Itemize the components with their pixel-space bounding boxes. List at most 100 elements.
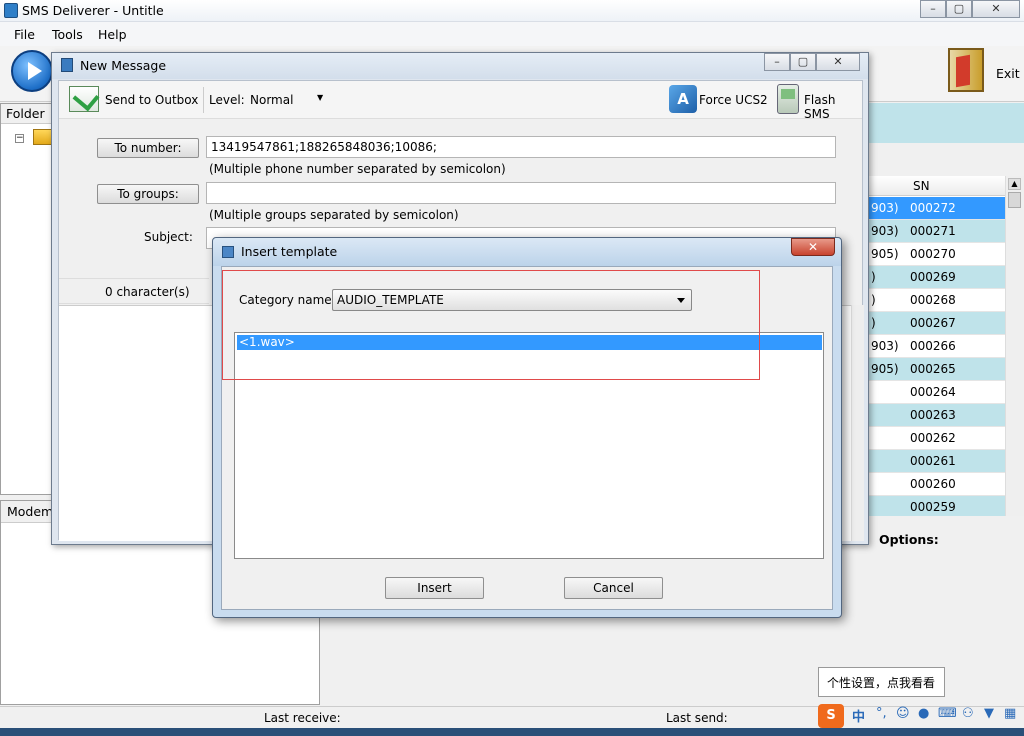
folder-icon[interactable] (33, 129, 53, 145)
scroll-up-icon[interactable]: ▲ (1008, 178, 1021, 190)
exit-button[interactable]: Exit (944, 48, 1022, 98)
to-groups-button[interactable]: To groups: (97, 184, 199, 204)
flash-sms-button[interactable]: Flash SMS (804, 93, 862, 121)
level-label: Level: (209, 93, 245, 107)
table-row[interactable]: 000261 (869, 450, 1005, 473)
message-grid: SN 903) 000272 903) 000271 905) 000270) 000269… (868, 176, 1005, 516)
insert-button[interactable]: Insert (385, 577, 484, 599)
menu-help[interactable]: Help (98, 27, 127, 42)
row-recipient-cell: 903) (871, 201, 899, 215)
table-row[interactable]: 000259 (869, 496, 1005, 516)
to-groups-hint: (Multiple groups separated by semicolon) (209, 208, 459, 222)
toolbox-icon[interactable]: ▦ (1004, 706, 1016, 721)
table-row[interactable]: 000264 (869, 381, 1005, 404)
minimize-button[interactable]: – (920, 0, 946, 18)
table-row[interactable]: 903) 000266 (869, 335, 1005, 358)
row-sn-cell: 000272 (910, 201, 956, 215)
table-row[interactable]: 000260 (869, 473, 1005, 496)
play-icon[interactable] (11, 50, 53, 92)
grid-scrollbar[interactable]: ▲ (1005, 176, 1024, 516)
table-row[interactable]: ) 000267 (869, 312, 1005, 335)
row-sn-cell: 000263 (910, 408, 956, 422)
phone-icon[interactable] (777, 84, 799, 114)
table-row[interactable]: 903) 000271 (869, 220, 1005, 243)
char-count-bar: 0 character(s) (59, 278, 209, 304)
char-count: 0 character(s) (105, 285, 190, 299)
menu-tools[interactable]: Tools (52, 27, 83, 42)
microphone-icon[interactable]: ● (918, 706, 929, 721)
to-groups-input[interactable] (206, 182, 836, 204)
dialog-close-button[interactable]: ✕ (791, 238, 835, 256)
keyboard-icon[interactable]: ⌨ (938, 706, 957, 721)
last-send-label: Last send: (666, 711, 728, 725)
row-recipient-cell: ) (871, 270, 876, 284)
table-row[interactable]: 905) 000265 (869, 358, 1005, 381)
row-sn-cell: 000260 (910, 477, 956, 491)
ime-logo-icon[interactable]: S (818, 704, 844, 728)
options-label: Options: (879, 532, 939, 547)
punctuation-icon[interactable]: °, (876, 706, 887, 721)
folder-panel: Folder − (0, 103, 55, 495)
insert-template-title-bar: Insert template ✕ (213, 238, 841, 266)
scroll-thumb[interactable] (1008, 192, 1021, 208)
nm-minimize-button[interactable]: – (764, 53, 790, 71)
row-recipient-cell: 903) (871, 339, 899, 353)
maximize-button[interactable]: ▢ (946, 0, 972, 18)
new-message-title-bar: New Message – ▢ ✕ (52, 53, 868, 79)
emoji-icon[interactable]: ☺ (896, 706, 910, 721)
exit-label: Exit (996, 66, 1020, 81)
close-button[interactable]: ✕ (972, 0, 1020, 18)
table-row[interactable]: 000263 (869, 404, 1005, 427)
to-number-hint: (Multiple phone number separated by semi… (209, 162, 506, 176)
row-sn-cell: 000271 (910, 224, 956, 238)
editor-scrollbar[interactable] (851, 305, 864, 541)
dialog-icon (222, 246, 234, 258)
grid-header: SN (869, 176, 1005, 196)
menu-file[interactable]: File (14, 27, 35, 42)
ime-tooltip: 个性设置，点我看看 (818, 667, 945, 697)
row-recipient-cell: 905) (871, 362, 899, 376)
send-to-outbox-button[interactable]: Send to Outbox (105, 93, 198, 107)
folder-header: Folder (1, 104, 54, 124)
user-icon[interactable]: ⚇ (962, 706, 974, 721)
row-recipient-cell: ) (871, 316, 876, 330)
skin-icon[interactable]: ▼ (984, 706, 994, 721)
table-row[interactable]: ) 000269 (869, 266, 1005, 289)
to-number-button[interactable]: To number: (97, 138, 199, 158)
table-row[interactable]: ) 000268 (869, 289, 1005, 312)
level-select[interactable]: Normal (250, 93, 293, 107)
table-row[interactable]: 903) 000272 (869, 197, 1005, 220)
row-recipient-cell: 905) (871, 247, 899, 261)
row-sn-cell: 000267 (910, 316, 956, 330)
subject-label: Subject: (144, 230, 193, 244)
send-envelope-icon[interactable] (69, 86, 99, 112)
row-sn-cell: 000264 (910, 385, 956, 399)
last-receive-label: Last receive: (264, 711, 341, 725)
table-row[interactable]: 000262 (869, 427, 1005, 450)
table-row[interactable]: 905) 000270 (869, 243, 1005, 266)
level-dropdown-icon[interactable]: ▼ (317, 93, 323, 102)
row-sn-cell: 000265 (910, 362, 956, 376)
new-message-icon (61, 58, 73, 72)
highlight-box (222, 270, 760, 380)
door-icon (948, 48, 984, 92)
row-sn-cell: 000261 (910, 454, 956, 468)
tree-collapse-icon[interactable]: − (15, 134, 24, 143)
main-title-bar: SMS Deliverer - Untitle – ▢ ✕ (0, 0, 1024, 22)
sn-column-header[interactable]: SN (913, 179, 930, 193)
cancel-button[interactable]: Cancel (564, 577, 663, 599)
row-sn-cell: 000269 (910, 270, 956, 284)
right-banner (868, 103, 1024, 143)
nm-maximize-button[interactable]: ▢ (790, 53, 816, 71)
translate-icon[interactable]: A (669, 85, 697, 113)
to-number-input[interactable]: 13419547861;188265848036;10086; (206, 136, 836, 158)
window-title: SMS Deliverer - Untitle (22, 3, 164, 18)
row-recipient-cell: 903) (871, 224, 899, 238)
force-ucs2-button[interactable]: Force UCS2 (699, 93, 768, 107)
row-sn-cell: 000268 (910, 293, 956, 307)
new-message-title: New Message (80, 58, 167, 73)
toolbar-divider (203, 87, 204, 113)
row-sn-cell: 000259 (910, 500, 956, 514)
ime-chinese-mode[interactable]: 中 (852, 706, 865, 725)
nm-close-button[interactable]: ✕ (816, 53, 860, 71)
